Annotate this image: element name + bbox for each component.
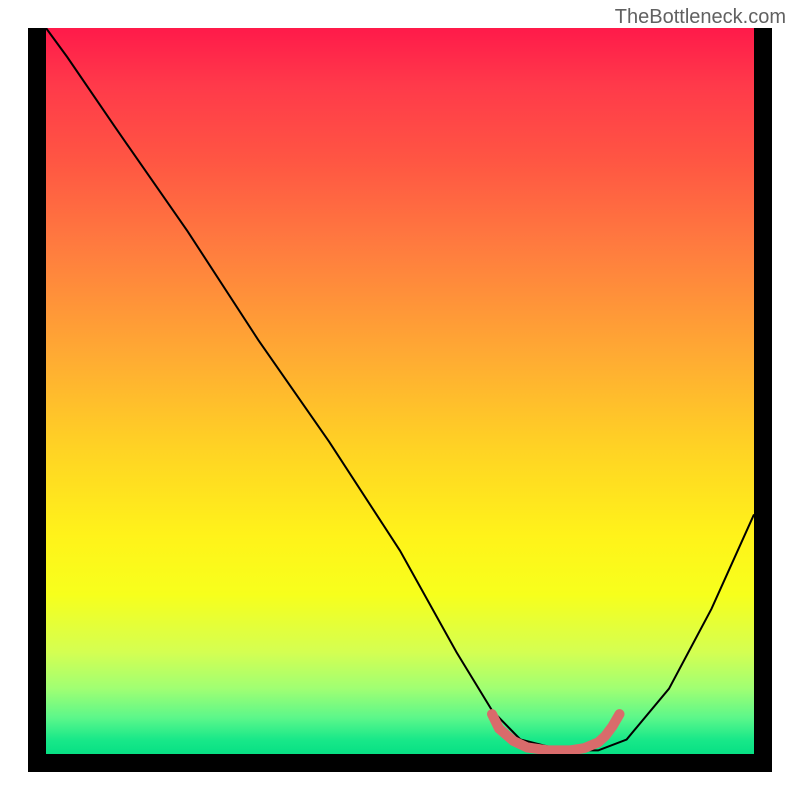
chart-svg [46, 28, 754, 754]
minimum-highlight-path [492, 714, 620, 750]
watermark-text: TheBottleneck.com [615, 6, 786, 29]
bottleneck-curve-path [46, 28, 754, 750]
chart-frame [28, 28, 772, 772]
plot-area [46, 28, 754, 754]
